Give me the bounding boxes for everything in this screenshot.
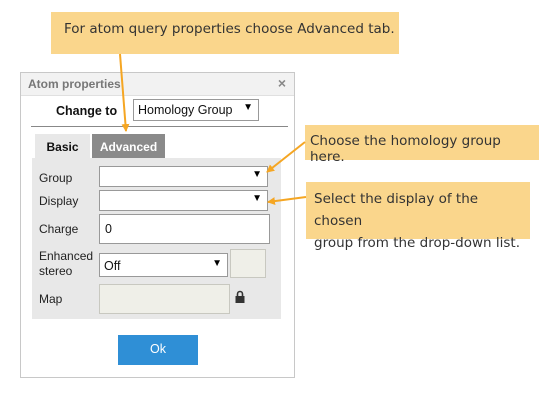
- arrow-to-group-select: [266, 141, 306, 173]
- arrow-to-advanced-tab: [119, 53, 130, 132]
- callout-arrows: [119, 53, 307, 206]
- arrow-to-display-select: [267, 196, 307, 206]
